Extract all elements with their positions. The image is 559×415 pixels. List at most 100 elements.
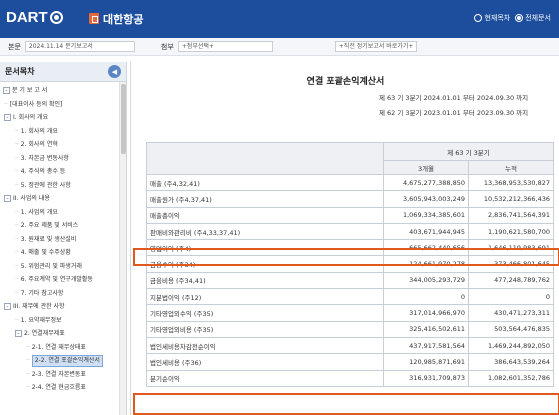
toc-item[interactable]: ·· 3. 자본금 변동사항 xyxy=(0,152,126,166)
tree-toggle-icon[interactable]: - xyxy=(3,87,10,94)
toc-item-label: 5. 위험관리 및 파생거래 xyxy=(20,262,82,270)
toc-item[interactable]: ·· 2-1. 연결 재무상태표 xyxy=(0,341,126,355)
toc-item[interactable]: -2. 연결재무제표 xyxy=(0,327,126,341)
toc-item[interactable]: ·· 2-4. 연결 현금흐름표 xyxy=(0,381,126,395)
table-row: 판매비와관리비 (주4,33,37,41) 403,671,944,945 1,19… xyxy=(146,222,554,241)
toc-item[interactable]: - III. 재무에 관한 사항 xyxy=(0,300,126,314)
row-label: 매출원가 (주4,37,41) xyxy=(146,190,384,208)
toc-item[interactable]: ·· 1. 요약재무정보 xyxy=(0,314,126,328)
top-header: DART 대한항공 현재목차 전체문서 xyxy=(0,0,559,38)
recent-report-select[interactable]: +직전 정기보고서 바로가기+ xyxy=(334,41,418,52)
toc-item[interactable]: - I. 회사의 개요 xyxy=(0,111,126,125)
table-row: 영업이익 (주4) 665,662,440,656 1,646,119,983,69… xyxy=(146,239,554,257)
toc-item[interactable]: ·· 2-2. 연결 포괄손익계산서 xyxy=(0,354,126,368)
value-cumulative: 0 xyxy=(468,288,554,306)
toc-item[interactable]: ·· 5. 정관에 관한 사항 xyxy=(0,179,126,193)
tree-toggle-icon[interactable]: - xyxy=(4,195,11,202)
report-select[interactable]: 2024.11.14 분기보고서 xyxy=(24,41,135,52)
toc-item[interactable]: ·· 2-3. 연결 자본변동표 xyxy=(0,368,126,382)
attach-select[interactable]: +첨부선택+ xyxy=(177,41,273,52)
toc-item-label: II. 사업의 내용 xyxy=(13,195,50,202)
toc-item[interactable]: ·· 5. 위험관리 및 파생거래 xyxy=(0,260,126,274)
toc-item[interactable]: ·· [대표이사 등의 확인] xyxy=(0,98,126,112)
value-3months: 124,661,970,278 xyxy=(383,255,469,273)
toc-title: 문서목차 xyxy=(5,67,35,76)
row-label: 기타영업외수익 (주35) xyxy=(146,304,384,322)
toc-item[interactable]: -분 기 보 고 서 xyxy=(0,84,126,98)
toc-scroll-thumb[interactable] xyxy=(121,84,126,154)
row-label: 기타영업외비용 (주35) xyxy=(146,320,384,338)
row-label: 금융수익 (주34) xyxy=(146,255,384,273)
table-row: 기타영업외비용 (주35) 325,416,502,611 503,564,476,… xyxy=(146,320,554,338)
value-cumulative: 1,190,621,580,700 xyxy=(468,222,554,241)
value-cumulative: 13,368,953,530,827 xyxy=(468,173,554,192)
toc-item-label: 2-4. 연결 현금흐름표 xyxy=(31,384,86,391)
toc-item[interactable]: ·· 3. 원재료 및 생산설비 xyxy=(0,233,126,247)
toc-item-label: 1. 사업의 개요 xyxy=(20,208,58,216)
blank-header xyxy=(146,142,384,175)
company-icon xyxy=(89,13,99,24)
row-label: 매출총이익 xyxy=(146,206,384,224)
tree-toggle-icon[interactable]: - xyxy=(4,303,11,310)
page-title: 연결 포괄손익계산서 xyxy=(306,77,385,87)
period-prior: 제 62 기 3분기 2023.01.01 부터 2023.09.30 까지 xyxy=(379,109,529,117)
toc-item[interactable]: ·· 1. 사업의 개요 xyxy=(0,206,126,220)
value-3months: 1,069,334,385,601 xyxy=(383,206,469,224)
tree-toggle-icon[interactable]: - xyxy=(15,330,22,337)
toc-item[interactable]: ·· 1. 회사의 개요 xyxy=(0,125,126,139)
toc-item-label: 1. 회사의 개요 xyxy=(20,127,58,135)
filter-bar: 본문 2024.11.14 분기보고서 첨부 +첨부선택+ +직전 정기보고서 … xyxy=(0,38,559,56)
toc-tree: -분 기 보 고 서 ·· [대표이사 등의 확인] - I. 회사의 개요 ·· 1.… xyxy=(0,82,126,395)
toc-item[interactable]: ·· 4. 매출 및 수주상황 xyxy=(0,246,126,260)
toc-item-label: I. 회사의 개요 xyxy=(13,114,49,121)
toc-item-label: 2-2. 연결 포괄손익계산서 xyxy=(31,355,103,367)
attach-label: 첨부 xyxy=(160,42,174,51)
table-row: 법인세비용 (주36) 120,985,871,691 386,643,539,26… xyxy=(146,353,554,371)
toc-item-label: 2-1. 연결 재무상태표 xyxy=(31,343,86,351)
radio-current-toc[interactable]: 현재목차 xyxy=(474,13,510,23)
value-cumulative: 477,248,789,762 xyxy=(468,271,554,290)
toc-item-label: 6. 주요계약 및 연구개발활동 xyxy=(20,276,93,283)
toc-item-label: 3. 자본금 변동사항 xyxy=(20,154,69,162)
income-statement-table: 제 63 기 3분기 3개월 누적 매출 (주4,32,41) 4,675,277… xyxy=(146,142,554,387)
toc-item-label: 2. 주요 제품 및 서비스 xyxy=(20,222,79,229)
row-label: 지분법이익 (주12) xyxy=(146,288,384,306)
highlight-net-income xyxy=(133,393,559,415)
column-group-header: 제 63 기 3분기 xyxy=(383,142,554,161)
column-cumulative: 누적 xyxy=(468,160,554,175)
value-3months: 0 xyxy=(383,288,469,306)
tree-toggle-icon[interactable]: - xyxy=(4,114,11,121)
table-row: 지분법이익 (주12) 0 0 xyxy=(146,288,554,306)
value-cumulative: 1,082,601,352,786 xyxy=(468,369,554,387)
toc-item-label: 분 기 보 고 서 xyxy=(12,87,48,94)
toc-scrollbar[interactable] xyxy=(119,82,126,415)
value-3months: 665,662,440,656 xyxy=(383,239,469,257)
value-cumulative: 2,836,741,564,391 xyxy=(468,206,554,224)
toc-item[interactable]: ·· 2. 회사의 연혁 xyxy=(0,138,126,152)
toc-item-label: 2. 연결재무제표 xyxy=(24,330,65,337)
toc-sidebar: 문서목차 ◀ -분 기 보 고 서 ·· [대표이사 등의 확인] - I. 회사의 … xyxy=(0,62,127,415)
row-label: 영업이익 (주4) xyxy=(146,239,384,257)
toc-item[interactable]: ·· 4. 주식의 총수 등 xyxy=(0,165,126,179)
toc-item[interactable]: - II. 사업의 내용 xyxy=(0,192,126,206)
report-label: 본문 xyxy=(8,42,21,51)
dart-logo[interactable]: DART xyxy=(6,9,63,26)
toc-item-label: 4. 매출 및 수주상황 xyxy=(20,249,71,256)
search-scope: 현재목차 전체문서 xyxy=(474,13,551,23)
table-row: 금융비용 (주34,41) 344,005,293,729 477,248,789,… xyxy=(146,271,554,290)
table-row: 기타영업외수익 (주35) 317,014,966,970 430,471,273,… xyxy=(146,304,554,322)
toc-item[interactable]: ·· 2. 주요 제품 및 서비스 xyxy=(0,219,126,233)
value-cumulative: 1,646,119,983,691 xyxy=(468,239,554,257)
value-3months: 317,014,966,970 xyxy=(383,304,469,322)
toc-item[interactable]: ·· 7. 기타 참고사항 xyxy=(0,287,126,301)
toc-item-label: 7. 기타 참고사항 xyxy=(20,289,64,297)
toc-item[interactable]: ·· 6. 주요계약 및 연구개발활동 xyxy=(0,273,126,287)
column-3months: 3개월 xyxy=(383,160,469,175)
toc-item-label: [대표이사 등의 확인] xyxy=(9,100,63,108)
value-cumulative: 1,469,244,892,050 xyxy=(468,336,554,355)
radio-all-docs[interactable]: 전체문서 xyxy=(515,13,551,23)
value-cumulative: 373,466,801,645 xyxy=(468,255,554,273)
radio-current-icon xyxy=(474,14,483,22)
collapse-sidebar-button[interactable]: ◀ xyxy=(108,65,121,78)
toc-header: 문서목차 ◀ xyxy=(0,62,126,82)
